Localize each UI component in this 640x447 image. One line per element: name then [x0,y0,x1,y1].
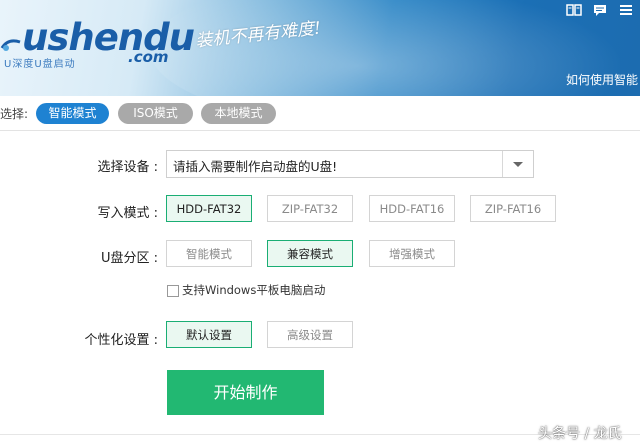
mode-tab-iso[interactable]: ISO模式 [118,103,193,124]
partition-option-smart[interactable]: 智能模式 [166,240,252,267]
mode-tab-local[interactable]: 本地模式 [201,103,276,124]
custom-settings-label: 个性化设置 : [84,333,158,348]
partition-option-compatible[interactable]: 兼容模式 [267,240,353,267]
write-option-hdd-fat16[interactable]: HDD-FAT16 [369,195,455,222]
mode-label: 选择: [0,107,29,121]
write-option-zip-fat32[interactable]: ZIP-FAT32 [267,195,353,222]
device-label: 选择设备 : [97,160,158,175]
logo-dotcom: .com [128,48,169,66]
mode-bar: 选择: 智能模式 ISO模式 本地模式 [0,96,640,131]
custom-option-advanced[interactable]: 高级设置 [267,321,353,348]
watermark: 头条号 / 龙氏 [538,426,622,442]
logo-subtitle: U深度U盘启动 [4,59,76,70]
custom-option-default[interactable]: 默认设置 [166,321,252,348]
tablet-support-checkbox[interactable] [167,285,179,297]
start-button[interactable]: 开始制作 [167,370,324,415]
menu-icon[interactable] [618,3,634,17]
device-select-value: 请插入需要制作启动盘的U盘! [173,159,338,174]
tablet-support-label[interactable]: 支持Windows平板电脑启动 [182,282,325,298]
device-select[interactable]: 请插入需要制作启动盘的U盘! [166,150,534,178]
message-icon[interactable] [592,3,608,17]
header-icons [566,3,634,17]
book-icon[interactable] [566,3,582,17]
dropdown-toggle[interactable] [502,151,533,177]
logo-swirl-icon [0,39,21,51]
write-option-zip-fat16[interactable]: ZIP-FAT16 [470,195,556,222]
chevron-down-icon [513,162,523,167]
write-option-hdd-fat32[interactable]: HDD-FAT32 [166,195,252,222]
mode-tab-smart[interactable]: 智能模式 [36,103,109,124]
write-mode-label: 写入模式 : [97,206,158,221]
partition-label: U盘分区 : [100,251,158,266]
app-header: ushendu .com U深度U盘启动 装机不再有难度! 如何使用智能 [0,0,640,96]
help-link[interactable]: 如何使用智能 [566,71,638,88]
partition-option-enhanced[interactable]: 增强模式 [369,240,455,267]
